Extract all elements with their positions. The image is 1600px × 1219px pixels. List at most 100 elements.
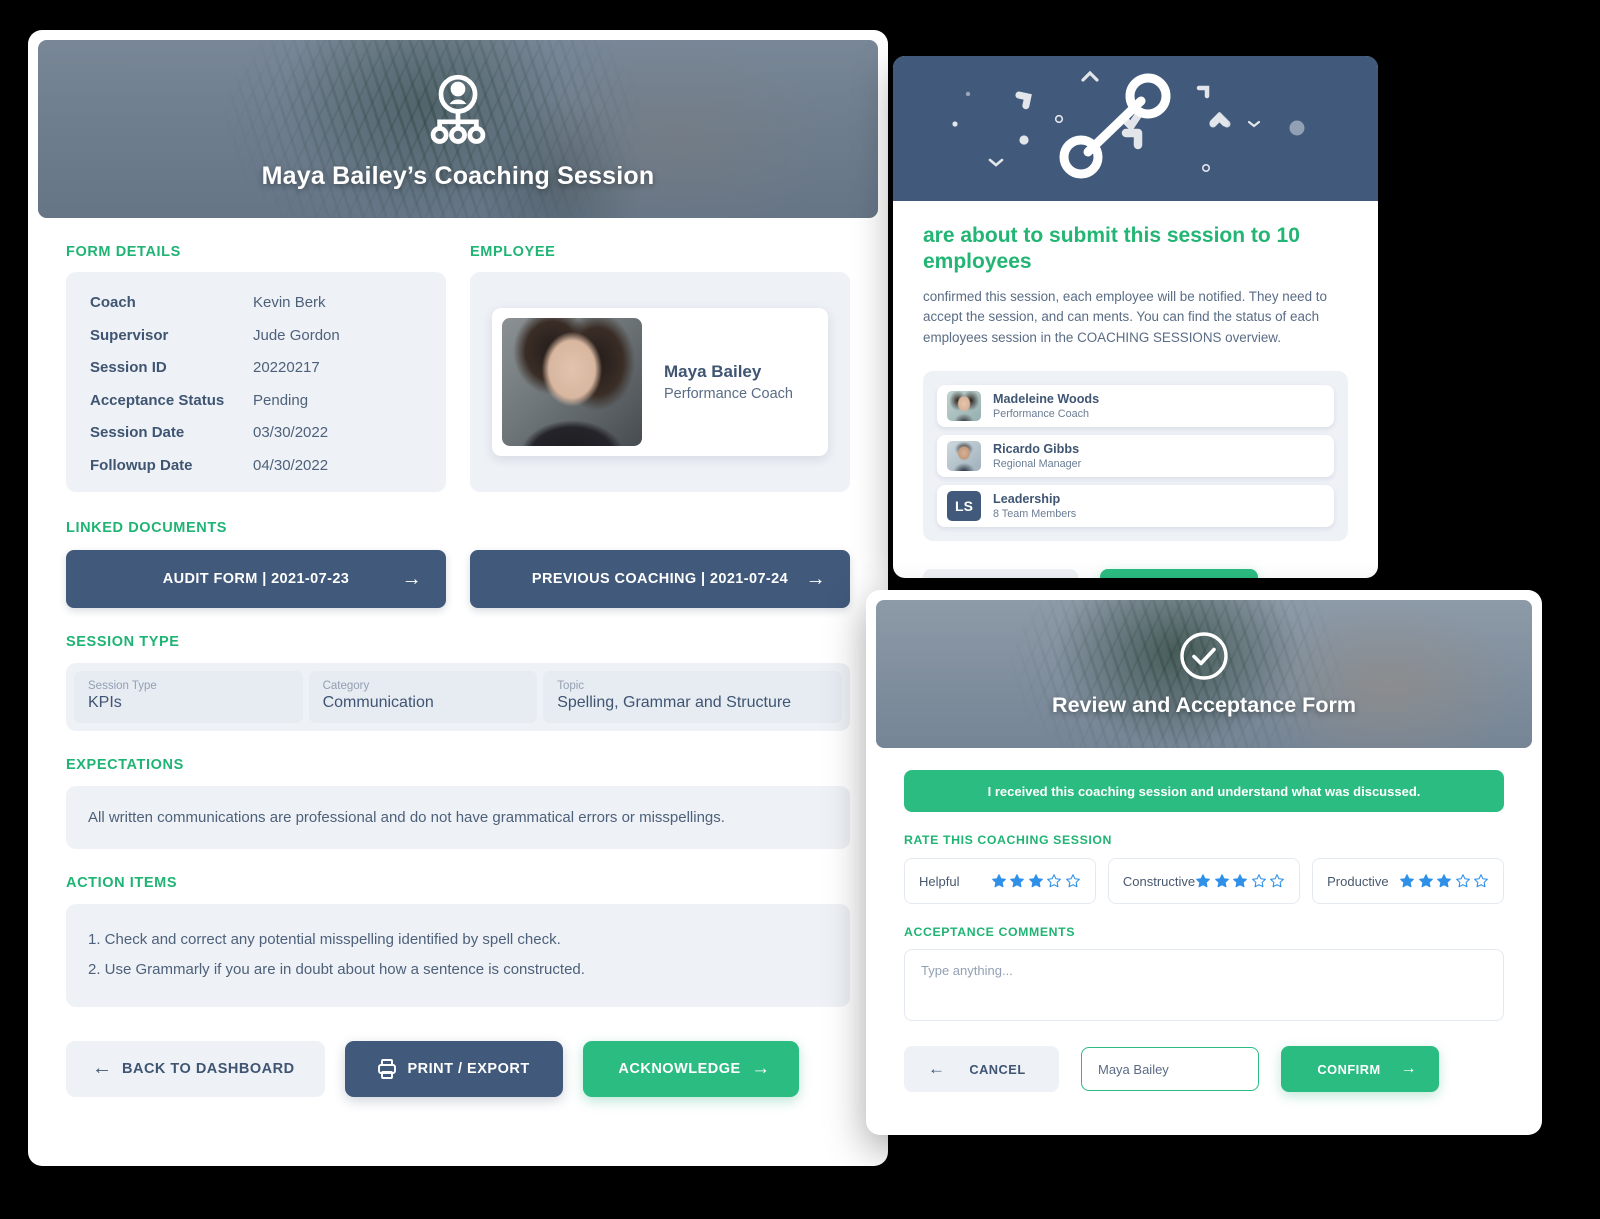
status-badge: Pending — [253, 391, 309, 409]
employee-card[interactable]: Maya Bailey Performance Coach — [492, 308, 828, 456]
session-hero-banner: Maya Bailey’s Coaching Session — [38, 40, 878, 218]
audit-form-button[interactable]: AUDIT FORM | 2021-07-23 → — [66, 550, 446, 608]
submit-session-modal: are about to submit this session to 10 e… — [893, 56, 1378, 578]
arrow-right-icon: → — [401, 567, 422, 590]
field-value: Spelling, Grammar and Structure — [557, 694, 792, 711]
back-to-dashboard-label: BACK TO DASHBOARD — [122, 1060, 295, 1077]
rating-label: Productive — [1327, 873, 1389, 889]
coaching-network-icon — [430, 74, 486, 144]
row-value: 20220217 — [253, 359, 320, 376]
rate-session-label: RATE THIS COACHING SESSION — [904, 833, 1113, 847]
signature-input[interactable]: Maya Bailey — [1081, 1047, 1259, 1091]
person-name: Ricardo Gibbs — [993, 441, 1080, 456]
submit-modal-title: are about to submit this session to 10 e… — [923, 224, 1300, 274]
session-type-section: SESSION TYPE Session Type KPIs Category … — [66, 634, 850, 731]
action-items-section: ACTION ITEMS 1. Check and correct any po… — [66, 875, 850, 1007]
row-key: Supervisor — [90, 326, 169, 344]
field-label: Session Type — [88, 680, 157, 692]
avatar — [502, 318, 642, 446]
review-modal-hero: Review and Acceptance Form — [876, 600, 1532, 748]
arrow-right-icon: → — [751, 1057, 771, 1079]
acceptance-comments-label: ACCEPTANCE COMMENTS — [904, 925, 1076, 939]
field-label: Topic — [557, 680, 585, 692]
audit-form-label: AUDIT FORM | 2021-07-23 — [162, 571, 350, 587]
acknowledgement-banner[interactable]: I received this coaching session and und… — [904, 770, 1504, 812]
star-empty-icon[interactable] — [1269, 873, 1285, 889]
star-empty-icon[interactable] — [1065, 873, 1081, 889]
star-empty-icon[interactable] — [1455, 873, 1471, 889]
session-type-label: SESSION TYPE — [66, 634, 180, 650]
rating-productive[interactable]: Productive — [1312, 858, 1504, 904]
rating-label: Helpful — [919, 873, 960, 889]
avatar — [947, 390, 981, 421]
star-filled-icon[interactable] — [991, 873, 1007, 889]
ratings-row: Helpful Constructive Productive — [904, 858, 1504, 904]
back-to-dashboard-button[interactable]: ← BACK TO DASHBOARD — [66, 1040, 325, 1097]
row-value: Jude Gordon — [253, 326, 340, 344]
list-item[interactable]: Madeleine Woods Performance Coach — [937, 384, 1334, 427]
star-filled-icon[interactable] — [1009, 873, 1025, 889]
expectations-text: All written communications are professio… — [66, 786, 850, 850]
row-key: Coach — [90, 294, 136, 311]
print-export-label: PRINT / EXPORT — [407, 1060, 530, 1077]
star-empty-icon[interactable] — [1473, 873, 1489, 889]
employee-name: Maya Bailey — [664, 362, 762, 381]
printer-icon — [375, 1057, 399, 1081]
row-value: 03/30/2022 — [253, 424, 329, 441]
confirm-button[interactable]: CONFIRM → — [1281, 1046, 1439, 1092]
field-label: Category — [322, 680, 370, 692]
form-details-section: FORM DETAILS Coach Kevin Berk Supervisor… — [66, 244, 446, 492]
expectations-label: EXPECTATIONS — [66, 757, 184, 773]
linked-documents-label: LINKED DOCUMENTS — [66, 520, 228, 536]
list-item: 2. Use Grammarly if you are in doubt abo… — [88, 960, 585, 978]
cancel-button[interactable]: ← CANCEL — [904, 1046, 1059, 1092]
table-row: Followup Date 04/30/2022 — [90, 457, 422, 474]
cancel-button[interactable]: ← CANCEL — [923, 568, 1078, 578]
arrow-left-icon: ← — [928, 1059, 946, 1078]
star-filled-icon[interactable] — [1418, 873, 1434, 889]
table-row: Coach Kevin Berk — [90, 294, 422, 311]
screen: Maya Bailey’s Coaching Session FORM DETA… — [0, 0, 1600, 1219]
star-filled-icon[interactable] — [1028, 873, 1044, 889]
acknowledge-label: ACKNOWLEDGE — [618, 1060, 741, 1077]
submit-modal-description: confirmed this session, each employee wi… — [923, 288, 1327, 346]
list-item[interactable]: LS Leadership 8 Team Members — [937, 484, 1334, 527]
previous-coaching-button[interactable]: PREVIOUS COACHING | 2021-07-24 → — [470, 550, 850, 608]
session-type-field[interactable]: Session Type KPIs — [74, 671, 303, 723]
star-filled-icon[interactable] — [1195, 873, 1211, 889]
list-item: 1. Check and correct any potential missp… — [88, 931, 561, 949]
category-field[interactable]: Category Communication — [308, 671, 538, 723]
star-filled-icon[interactable] — [1399, 873, 1415, 889]
review-acceptance-modal: Review and Acceptance Form I received th… — [866, 590, 1542, 1135]
star-filled-icon[interactable] — [1214, 873, 1230, 889]
star-empty-icon[interactable] — [1046, 873, 1062, 889]
row-key: Session ID — [90, 359, 167, 376]
cancel-label: CANCEL — [969, 1061, 1026, 1077]
submit-modal-hero — [893, 56, 1378, 201]
rating-helpful[interactable]: Helpful — [904, 858, 1096, 904]
acceptance-comments-input[interactable]: Type anything... — [904, 949, 1504, 1021]
acknowledge-button[interactable]: ACKNOWLEDGE → — [582, 1040, 799, 1097]
star-filled-icon[interactable] — [1232, 873, 1248, 889]
arrow-right-icon: → — [805, 567, 826, 590]
previous-coaching-label: PREVIOUS COACHING | 2021-07-24 — [531, 571, 789, 587]
print-export-button[interactable]: PRINT / EXPORT — [344, 1040, 563, 1097]
star-rating[interactable] — [1195, 873, 1285, 889]
employee-section: EMPLOYEE Maya Bailey Performance Coach — [470, 244, 850, 492]
star-rating[interactable] — [1399, 873, 1489, 889]
review-modal-title: Review and Acceptance Form — [1052, 693, 1356, 717]
field-value: KPIs — [88, 694, 122, 711]
confirm-button[interactable]: CONFIRM → — [1100, 568, 1258, 578]
row-key: Followup Date — [90, 456, 193, 474]
employee-role: Performance Coach — [664, 386, 793, 402]
table-row: Acceptance Status Pending — [90, 392, 422, 409]
star-filled-icon[interactable] — [1436, 873, 1452, 889]
topic-field[interactable]: Topic Spelling, Grammar and Structure — [543, 671, 842, 723]
rating-constructive[interactable]: Constructive — [1107, 858, 1301, 904]
list-item[interactable]: Ricardo Gibbs Regional Manager — [937, 434, 1334, 477]
star-rating[interactable] — [991, 873, 1081, 889]
person-role: Performance Coach — [993, 407, 1090, 420]
field-value: Communication — [322, 694, 434, 711]
star-empty-icon[interactable] — [1251, 873, 1267, 889]
review-modal-footer: ← CANCEL Maya Bailey CONFIRM → — [876, 1021, 1532, 1092]
